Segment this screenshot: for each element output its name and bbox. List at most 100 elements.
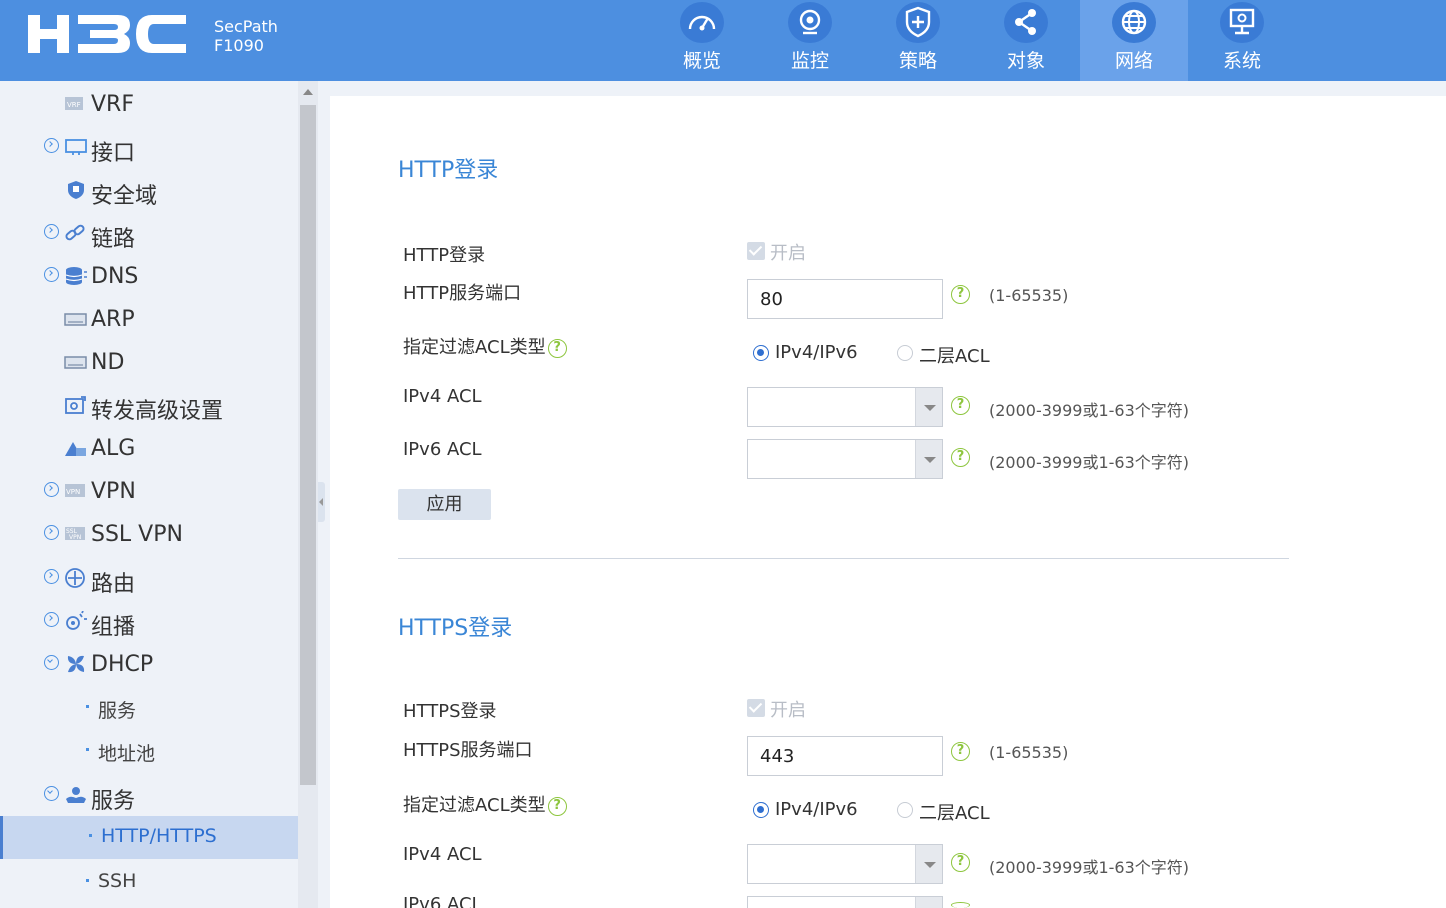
expand-icon[interactable] (44, 612, 59, 627)
sidebar-item-label: 地址池 (98, 743, 156, 765)
dropdown-arrow-icon[interactable] (915, 845, 942, 883)
apply-button[interactable]: 应用 (398, 489, 491, 520)
sidebar-item-label: ND (91, 350, 125, 375)
sidebar-item-arp[interactable]: ARP (0, 299, 298, 339)
https-ipv6-acl-label: IPv6 ACL (403, 894, 482, 908)
sidebar-item-nd[interactable]: ND (0, 342, 298, 382)
http-acl-ipv4v6-radio[interactable] (753, 345, 769, 361)
help-icon[interactable]: ? (951, 396, 970, 415)
help-icon[interactable]: ? (951, 448, 970, 467)
dropdown-arrow-icon[interactable] (915, 440, 942, 478)
http-section-title: HTTP登录 (398, 158, 499, 183)
sidebar-item-vpn[interactable]: VPN VPN (0, 471, 298, 511)
sidebar-item-label: 服务 (91, 789, 136, 814)
https-acl-layer2-radio[interactable] (897, 802, 913, 818)
scroll-thumb[interactable] (300, 105, 316, 785)
sidebar-subitem-http-https[interactable]: HTTP/HTTPS (0, 816, 298, 859)
http-port-input[interactable] (747, 279, 943, 319)
http-enable-label: 开启 (770, 243, 806, 264)
http-ipv4-acl-hint: (2000-3999或1-63个字符) (989, 401, 1190, 420)
sidebar-item-multicast[interactable]: 组播 (0, 601, 298, 641)
nav-overview[interactable]: 概览 (648, 0, 756, 81)
http-ipv6-acl-select[interactable] (747, 439, 943, 479)
multicast-icon (66, 611, 87, 630)
scroll-up-arrow-icon[interactable] (303, 89, 313, 95)
sidebar-item-label: VRF (91, 92, 134, 117)
sidebar-item-label: 转发高级设置 (91, 399, 224, 424)
sidebar-item-security-zone[interactable]: 安全域 (0, 170, 298, 210)
collapse-sidebar-icon[interactable] (318, 482, 325, 522)
http-port-range: (1-65535) (989, 286, 1069, 305)
nav-monitor[interactable]: 监控 (756, 0, 864, 81)
service-icon (66, 787, 86, 803)
sidebar-item-label: DNS (91, 264, 139, 289)
expand-icon[interactable] (44, 224, 59, 239)
sidebar-subitem-dhcp-service[interactable]: 服务 (0, 687, 298, 727)
arp-icon (64, 313, 87, 326)
https-enable-checkbox[interactable] (747, 699, 765, 717)
ssl-vpn-icon: SSLVPN (65, 527, 85, 541)
nav-system[interactable]: 系统 (1188, 0, 1296, 81)
https-port-input[interactable] (747, 736, 943, 776)
expand-icon[interactable] (44, 482, 59, 497)
expand-icon[interactable] (44, 569, 59, 584)
help-icon[interactable]: ? (951, 285, 970, 304)
nav-label: 概览 (682, 50, 721, 72)
nav-network[interactable]: 网络 (1080, 0, 1188, 81)
nav-policy[interactable]: 策略 (864, 0, 972, 81)
expand-icon[interactable] (44, 267, 59, 282)
sidebar-item-dns[interactable]: DNS (0, 256, 298, 296)
http-acl-layer2-radio[interactable] (897, 345, 913, 361)
security-zone-icon (68, 181, 84, 199)
globe-icon (1121, 9, 1147, 35)
nav-label: 策略 (898, 50, 937, 72)
sidebar-subitem-address-pool[interactable]: 地址池 (0, 730, 298, 770)
sidebar-scrollbar[interactable] (298, 81, 318, 908)
https-acl-layer2-label: 二层ACL (919, 803, 990, 824)
nav-objects[interactable]: 对象 (972, 0, 1080, 81)
sidebar-item-forward-settings[interactable]: 转发高级设置 (0, 385, 298, 425)
collapse-icon[interactable] (44, 786, 59, 801)
main-content: HTTP登录 HTTP登录 开启 HTTP服务端口 ? (1-65535) 指定… (330, 96, 1446, 908)
dropdown-arrow-icon[interactable] (915, 897, 942, 908)
sidebar-subitem-ssh[interactable]: SSH (0, 861, 298, 901)
https-enable-label: 开启 (770, 700, 806, 721)
help-icon[interactable]: ? (547, 796, 567, 816)
help-icon[interactable]: ? (951, 853, 970, 872)
http-ipv4-acl-select[interactable] (747, 387, 943, 427)
product-info: SecPath F1090 (214, 17, 278, 55)
sidebar-item-ssl-vpn[interactable]: SSL VPN SSL VPN (0, 514, 298, 554)
bullet (86, 705, 89, 708)
shield-plus-icon (905, 6, 931, 38)
help-icon[interactable]: ? (951, 742, 970, 761)
top-header: SecPath F1090 概览 监控 策略 对象 网络 系统 (0, 0, 1446, 81)
camera-icon (799, 9, 821, 35)
http-acl-layer2-label: 二层ACL (919, 346, 990, 367)
collapse-icon[interactable] (44, 655, 59, 670)
sidebar-item-route[interactable]: 路由 (0, 558, 298, 598)
https-acl-ipv4v6-radio[interactable] (753, 802, 769, 818)
https-ipv4-acl-select[interactable] (747, 844, 943, 884)
sidebar-item-dhcp[interactable]: DHCP (0, 644, 298, 684)
expand-icon[interactable] (44, 138, 59, 153)
sidebar-item-service[interactable]: 服务 (0, 775, 298, 815)
sidebar-item-alg[interactable]: ALG (0, 428, 298, 468)
sidebar-item-label: VPN (91, 479, 136, 504)
sidebar-item-vrf[interactable]: VRF VRF (0, 84, 298, 124)
http-login-label: HTTP登录 (403, 245, 486, 266)
help-icon[interactable] (951, 902, 970, 908)
expand-icon[interactable] (44, 525, 59, 540)
h3c-logo (28, 15, 186, 53)
sidebar-item-link[interactable]: 链路 (0, 213, 298, 253)
dhcp-icon (67, 655, 85, 673)
dropdown-arrow-icon[interactable] (915, 388, 942, 426)
https-ipv6-acl-select[interactable] (747, 896, 943, 908)
http-enable-checkbox[interactable] (747, 242, 765, 260)
interface-icon (65, 139, 87, 155)
http-acl-type-label: 指定过滤ACL类型? (403, 333, 567, 359)
product-model: F1090 (214, 36, 264, 55)
svg-text:VPN: VPN (66, 488, 80, 496)
help-icon[interactable]: ? (547, 338, 567, 358)
http-port-label: HTTP服务端口 (403, 283, 522, 304)
sidebar-item-interface[interactable]: 接口 (0, 127, 298, 167)
